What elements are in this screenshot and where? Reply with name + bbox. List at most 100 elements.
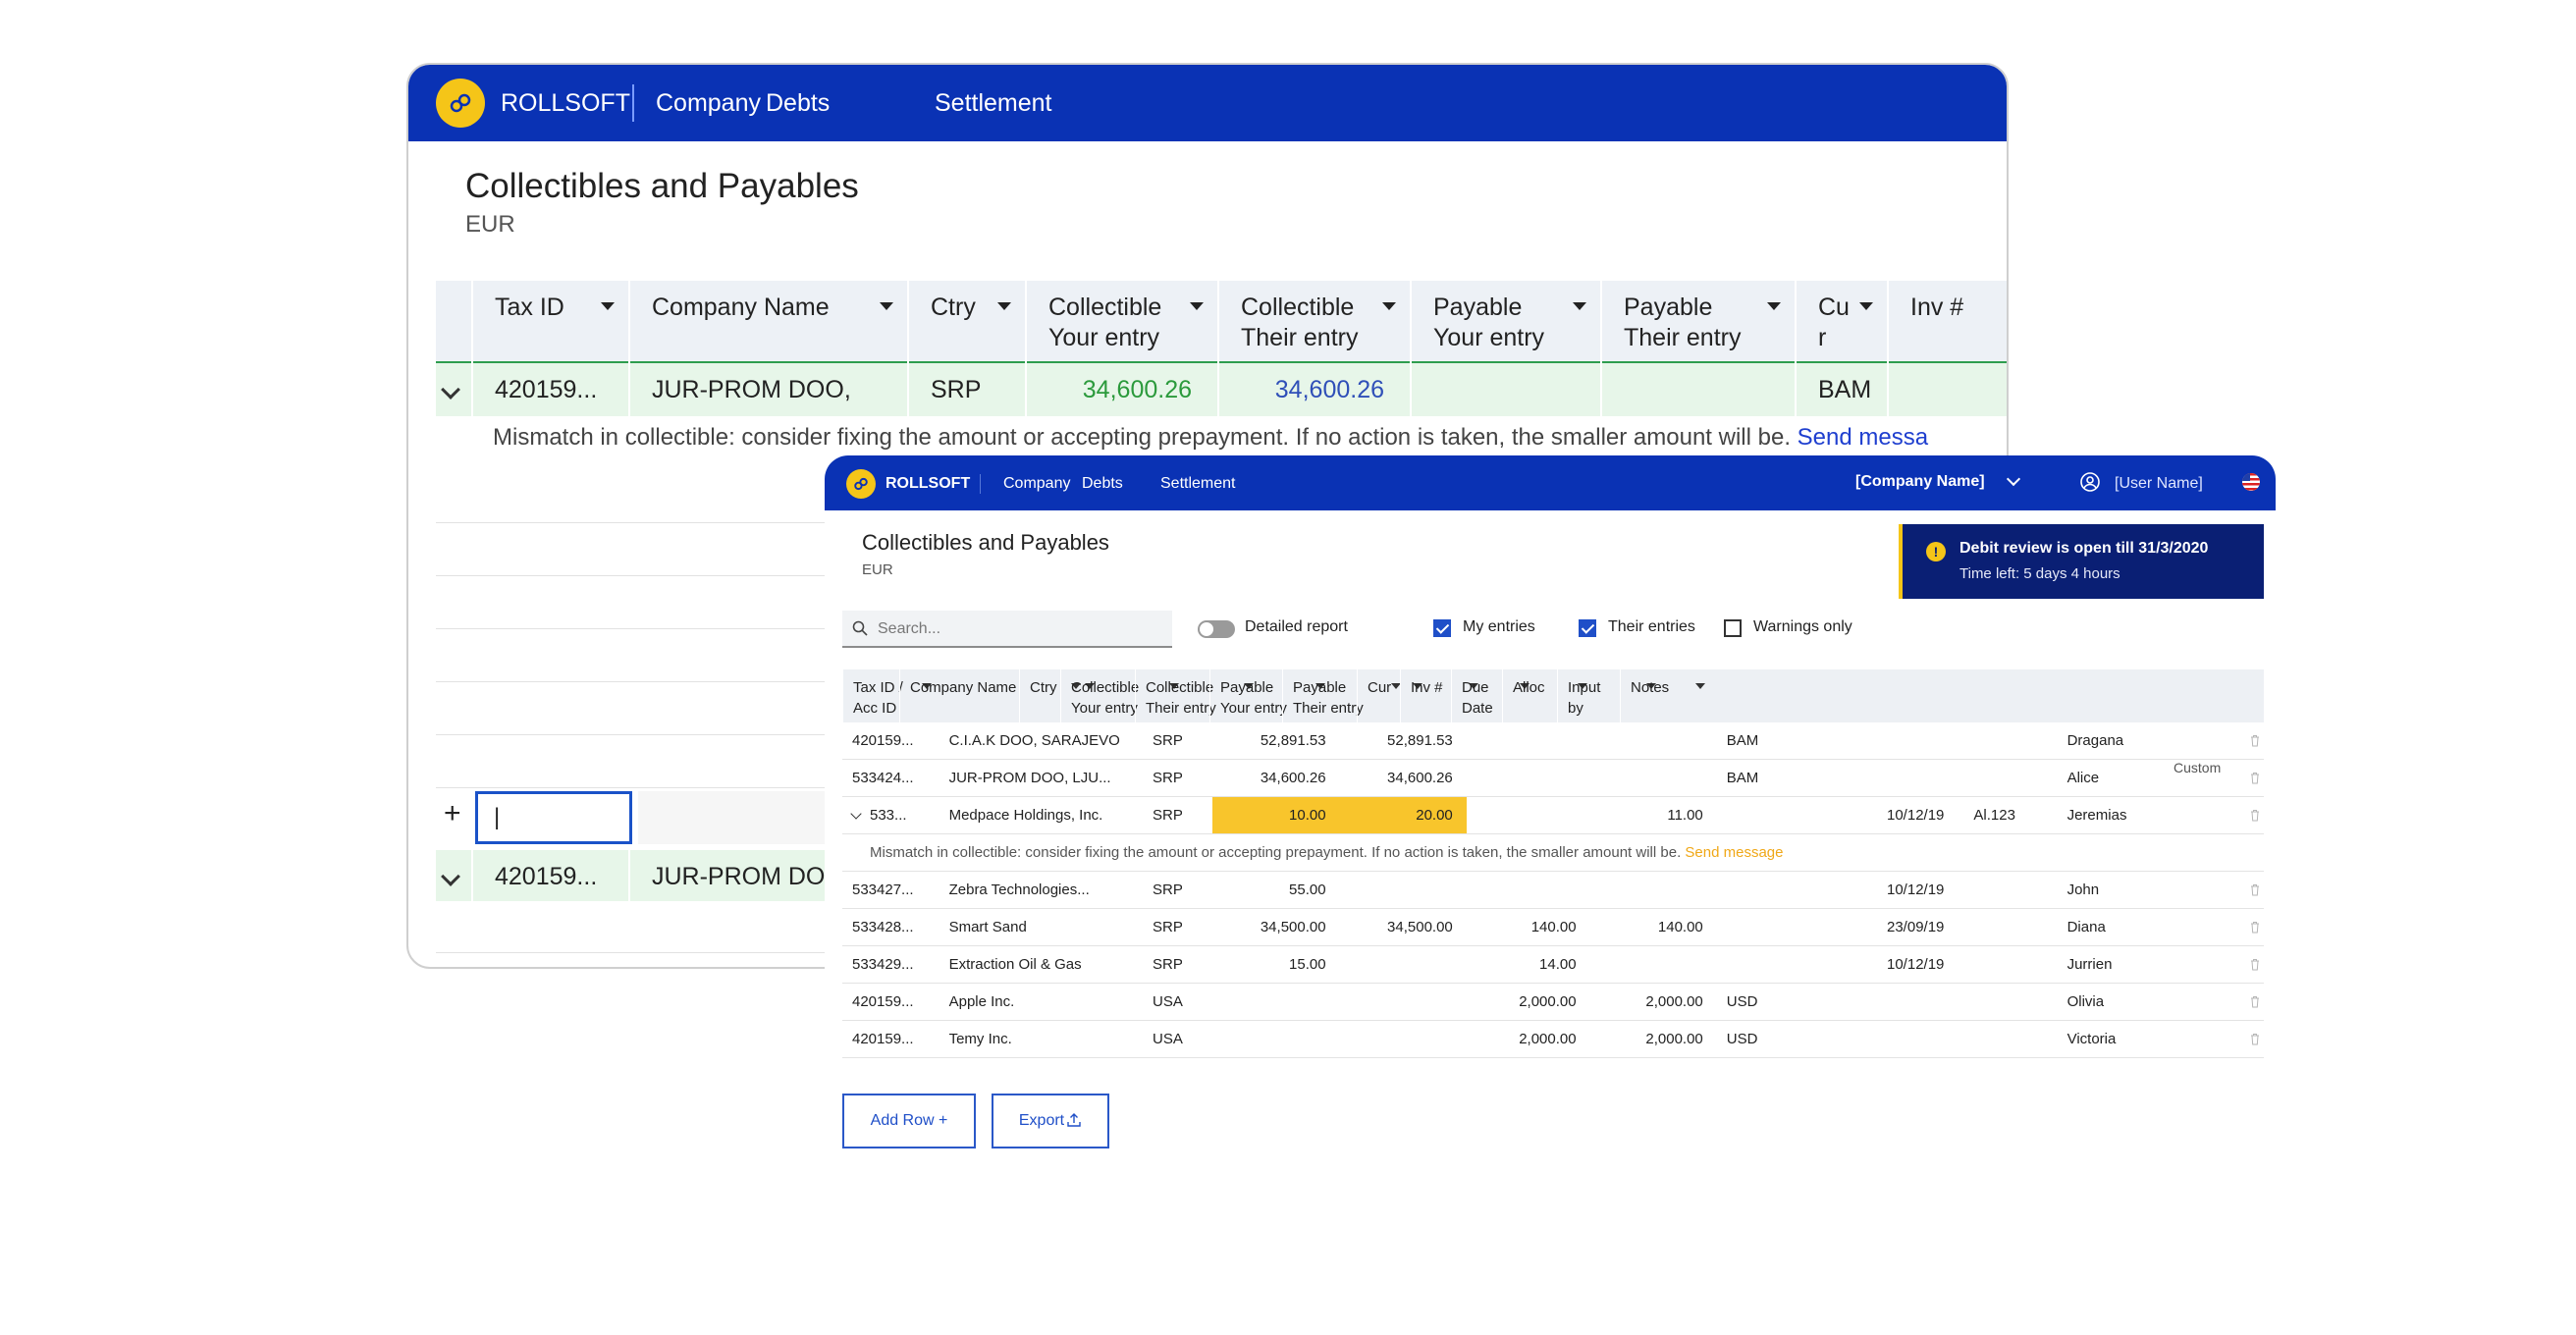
table-cell: 11.00 bbox=[1667, 807, 1703, 824]
table-cell: 420159... bbox=[852, 732, 914, 749]
table-cell bbox=[1791, 909, 1877, 945]
company-selector[interactable]: [Company Name] bbox=[1855, 472, 1985, 492]
trash-icon[interactable] bbox=[2250, 958, 2260, 971]
nav-debts[interactable]: Debts bbox=[766, 84, 830, 122]
table-cell: 20.00 bbox=[1339, 797, 1467, 833]
table-cell: 2,000.00 bbox=[1519, 1031, 1577, 1047]
sort-caret-icon[interactable] bbox=[1695, 683, 1706, 689]
table-cell: Temy Inc. bbox=[948, 1031, 1012, 1047]
table-cell bbox=[1340, 1021, 1467, 1057]
nav-company[interactable]: Company bbox=[1003, 474, 1070, 494]
expand-chevron-icon[interactable] bbox=[441, 380, 460, 400]
trash-icon[interactable] bbox=[2250, 883, 2260, 896]
table-cell bbox=[1963, 984, 2057, 1020]
table-row[interactable]: 533428... Smart Sand SRP 34,500.00 34,500.00… bbox=[842, 909, 2264, 946]
add-row-plus-icon[interactable]: + bbox=[444, 797, 461, 830]
brand-name: ROLLSOFT bbox=[501, 84, 634, 122]
table-cell bbox=[1877, 760, 1963, 796]
trash-icon[interactable] bbox=[2250, 1033, 2260, 1045]
table-row[interactable]: 420159... C.I.A.K DOO, SARAJEVO SRP 52,891.… bbox=[842, 722, 2264, 760]
toggle-knob bbox=[1200, 622, 1213, 636]
user-name[interactable]: [User Name] bbox=[2115, 474, 2203, 494]
us-flag-icon[interactable] bbox=[2242, 473, 2260, 491]
table-cell bbox=[1590, 946, 1717, 983]
table-cell: SRP bbox=[1153, 919, 1183, 935]
table-cell bbox=[1963, 1021, 2057, 1057]
send-message-link[interactable]: Send messa bbox=[1798, 424, 1928, 451]
debit-review-notice: ! Debit review is open till 31/3/2020 Ti… bbox=[1899, 524, 2264, 599]
table-cell bbox=[1877, 984, 1963, 1020]
send-message-link[interactable]: Send message bbox=[1685, 844, 1783, 861]
new-row-tax-id-input[interactable]: | bbox=[475, 791, 632, 844]
cell-payable-their bbox=[1600, 363, 1795, 416]
their-entries-checkbox[interactable] bbox=[1579, 619, 1596, 637]
table-cell: 420159... bbox=[852, 1031, 914, 1047]
table-cell bbox=[1212, 984, 1339, 1020]
warnings-only-checkbox[interactable] bbox=[1724, 619, 1742, 637]
column-header[interactable]: Notes bbox=[1620, 669, 1713, 722]
table-cell: 34,500.00 bbox=[1387, 919, 1453, 935]
table-row[interactable]: 533427... Zebra Technologies... SRP 55.00 10… bbox=[842, 872, 2264, 909]
trash-icon[interactable] bbox=[2250, 809, 2260, 822]
table-row[interactable]: 533424... JUR-PROM DOO, LJU... SRP 34,600.2… bbox=[842, 760, 2264, 797]
column-payable-their[interactable]: Payable Their entry bbox=[1600, 281, 1795, 363]
nav-debts[interactable]: Debts bbox=[1082, 474, 1123, 494]
trash-icon[interactable] bbox=[2250, 995, 2260, 1008]
table-row[interactable]: 533429... Extraction Oil & Gas SRP 15.00 14.… bbox=[842, 946, 2264, 984]
table-cell bbox=[1467, 760, 1590, 796]
table-cell bbox=[1791, 722, 1877, 759]
table-cell: 533429... bbox=[852, 956, 914, 973]
chevron-down-icon[interactable] bbox=[2006, 471, 2021, 487]
table-cell: BAM bbox=[1726, 770, 1759, 786]
export-button[interactable]: Export bbox=[992, 1094, 1109, 1148]
nav-company[interactable]: Company bbox=[656, 84, 761, 122]
table-cell: 2,000.00 bbox=[1645, 1031, 1703, 1047]
table-cell: 420159... bbox=[852, 993, 914, 1010]
cell-collectible-their: 34,600.26 bbox=[1217, 363, 1410, 416]
expand-chevron-icon[interactable] bbox=[441, 867, 460, 886]
column-collectible-your[interactable]: Collectible Your entry bbox=[1025, 281, 1217, 363]
column-company-name[interactable]: Company Name bbox=[628, 281, 907, 363]
rollsoft-logo-icon[interactable] bbox=[436, 79, 485, 128]
table-cell: 140.00 bbox=[1657, 919, 1703, 935]
sort-caret-icon bbox=[1573, 302, 1586, 310]
table-cell bbox=[1717, 909, 1791, 945]
column-collectible-their[interactable]: Collectible Their entry bbox=[1217, 281, 1410, 363]
table-cell: 34,600.26 bbox=[1260, 770, 1326, 786]
rollsoft-logo-icon[interactable] bbox=[846, 469, 876, 499]
cell-company: JUR-PROM DOO, bbox=[628, 363, 907, 416]
table-cell bbox=[1340, 872, 1467, 908]
column-invoice[interactable]: Inv # bbox=[1887, 281, 2007, 363]
table-cell: 23/09/19 bbox=[1887, 919, 1945, 935]
user-icon[interactable] bbox=[2079, 471, 2101, 493]
column-payable-your[interactable]: Payable Your entry bbox=[1410, 281, 1600, 363]
column-tax-id[interactable]: Tax ID bbox=[471, 281, 628, 363]
table-row[interactable]: 420159... Temy Inc. USA 2,000.00 2,000.00 USD… bbox=[842, 1021, 2264, 1058]
table-cell bbox=[1590, 760, 1717, 796]
table-cell: Medpace Holdings, Inc. bbox=[948, 807, 1103, 824]
cell-invoice bbox=[1887, 363, 2007, 416]
trash-icon[interactable] bbox=[2250, 921, 2260, 934]
table-row[interactable]: 533... Medpace Holdings, Inc. SRP 10.00 20.0… bbox=[842, 797, 2264, 834]
trash-icon[interactable] bbox=[2250, 772, 2260, 784]
table-cell: 2,000.00 bbox=[1645, 993, 1703, 1010]
column-ctry[interactable]: Ctry bbox=[907, 281, 1025, 363]
column-currency[interactable]: Cu r bbox=[1795, 281, 1887, 363]
search-box[interactable] bbox=[842, 611, 1172, 648]
table-row[interactable]: 420159... JUR-PROM DOO, SRP 34,600.26 34… bbox=[436, 363, 2007, 416]
add-row-button[interactable]: Add Row + bbox=[842, 1094, 976, 1148]
trash-icon[interactable] bbox=[2250, 734, 2260, 747]
notice-time-left: Time left: 5 days 4 hours bbox=[1959, 565, 2120, 582]
table-row[interactable]: 420159... Apple Inc. USA 2,000.00 2,000.00 US… bbox=[842, 984, 2264, 1021]
table-cell bbox=[1340, 984, 1467, 1020]
search-input[interactable] bbox=[878, 616, 1162, 642]
my-entries-checkbox[interactable] bbox=[1433, 619, 1451, 637]
table-cell bbox=[1963, 722, 2057, 759]
table-cell bbox=[1791, 946, 1877, 983]
table-cell: USA bbox=[1153, 1031, 1183, 1047]
page-currency: EUR bbox=[465, 211, 515, 238]
table-cell: SRP bbox=[1153, 956, 1183, 973]
nav-settlement[interactable]: Settlement bbox=[1160, 474, 1235, 494]
detailed-report-toggle[interactable] bbox=[1198, 620, 1235, 638]
nav-settlement[interactable]: Settlement bbox=[935, 84, 1052, 122]
